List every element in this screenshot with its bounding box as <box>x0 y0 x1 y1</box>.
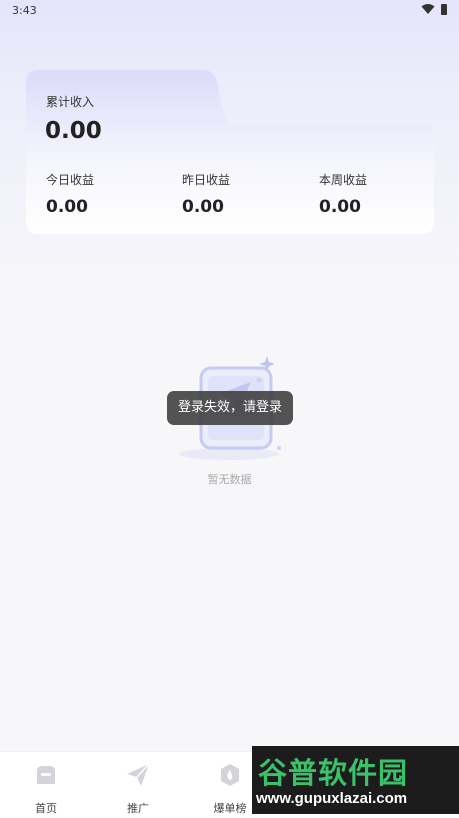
stat-yesterday: 昨日收益 0.00 <box>182 171 302 217</box>
total-income-value: 0.00 <box>45 118 102 144</box>
stat-yesterday-label: 昨日收益 <box>182 173 231 187</box>
status-icons <box>421 3 447 15</box>
watermark-url: www.gupuxlazai.com <box>256 790 408 807</box>
stat-yesterday-value: 0.00 <box>182 197 224 217</box>
wifi-icon <box>421 4 435 14</box>
stat-week-label: 本周收益 <box>319 173 368 187</box>
stat-today: 今日收益 0.00 <box>46 171 166 217</box>
watermark-title: 谷普软件园 <box>258 756 409 790</box>
total-income-label: 累计收入 <box>46 95 95 109</box>
login-expired-toast: 登录失效，请登录 <box>167 391 293 425</box>
stat-week-value: 0.00 <box>319 197 361 217</box>
paper-plane-icon <box>127 763 150 786</box>
site-watermark: 谷普软件园 www.gupuxlazai.com <box>252 746 459 814</box>
status-bar: 3:43 <box>0 0 459 22</box>
status-time: 3:43 <box>12 4 37 17</box>
flame-badge-icon <box>221 764 239 786</box>
stat-today-value: 0.00 <box>46 197 88 217</box>
battery-icon <box>441 3 447 15</box>
income-card: 累计收入 0.00 今日收益 0.00 昨日收益 0.00 本周收益 0.00 <box>26 70 434 234</box>
empty-state-text: 暂无数据 <box>207 473 252 486</box>
nav-item-home-label: 首页 <box>35 802 57 815</box>
stat-today-label: 今日收益 <box>46 173 95 187</box>
nav-item-promote[interactable]: 推广 <box>103 762 173 816</box>
nav-item-home[interactable]: 首页 <box>11 762 81 816</box>
home-icon <box>37 766 55 784</box>
nav-item-promote-label: 推广 <box>127 802 149 815</box>
stat-week: 本周收益 0.00 <box>319 171 439 217</box>
